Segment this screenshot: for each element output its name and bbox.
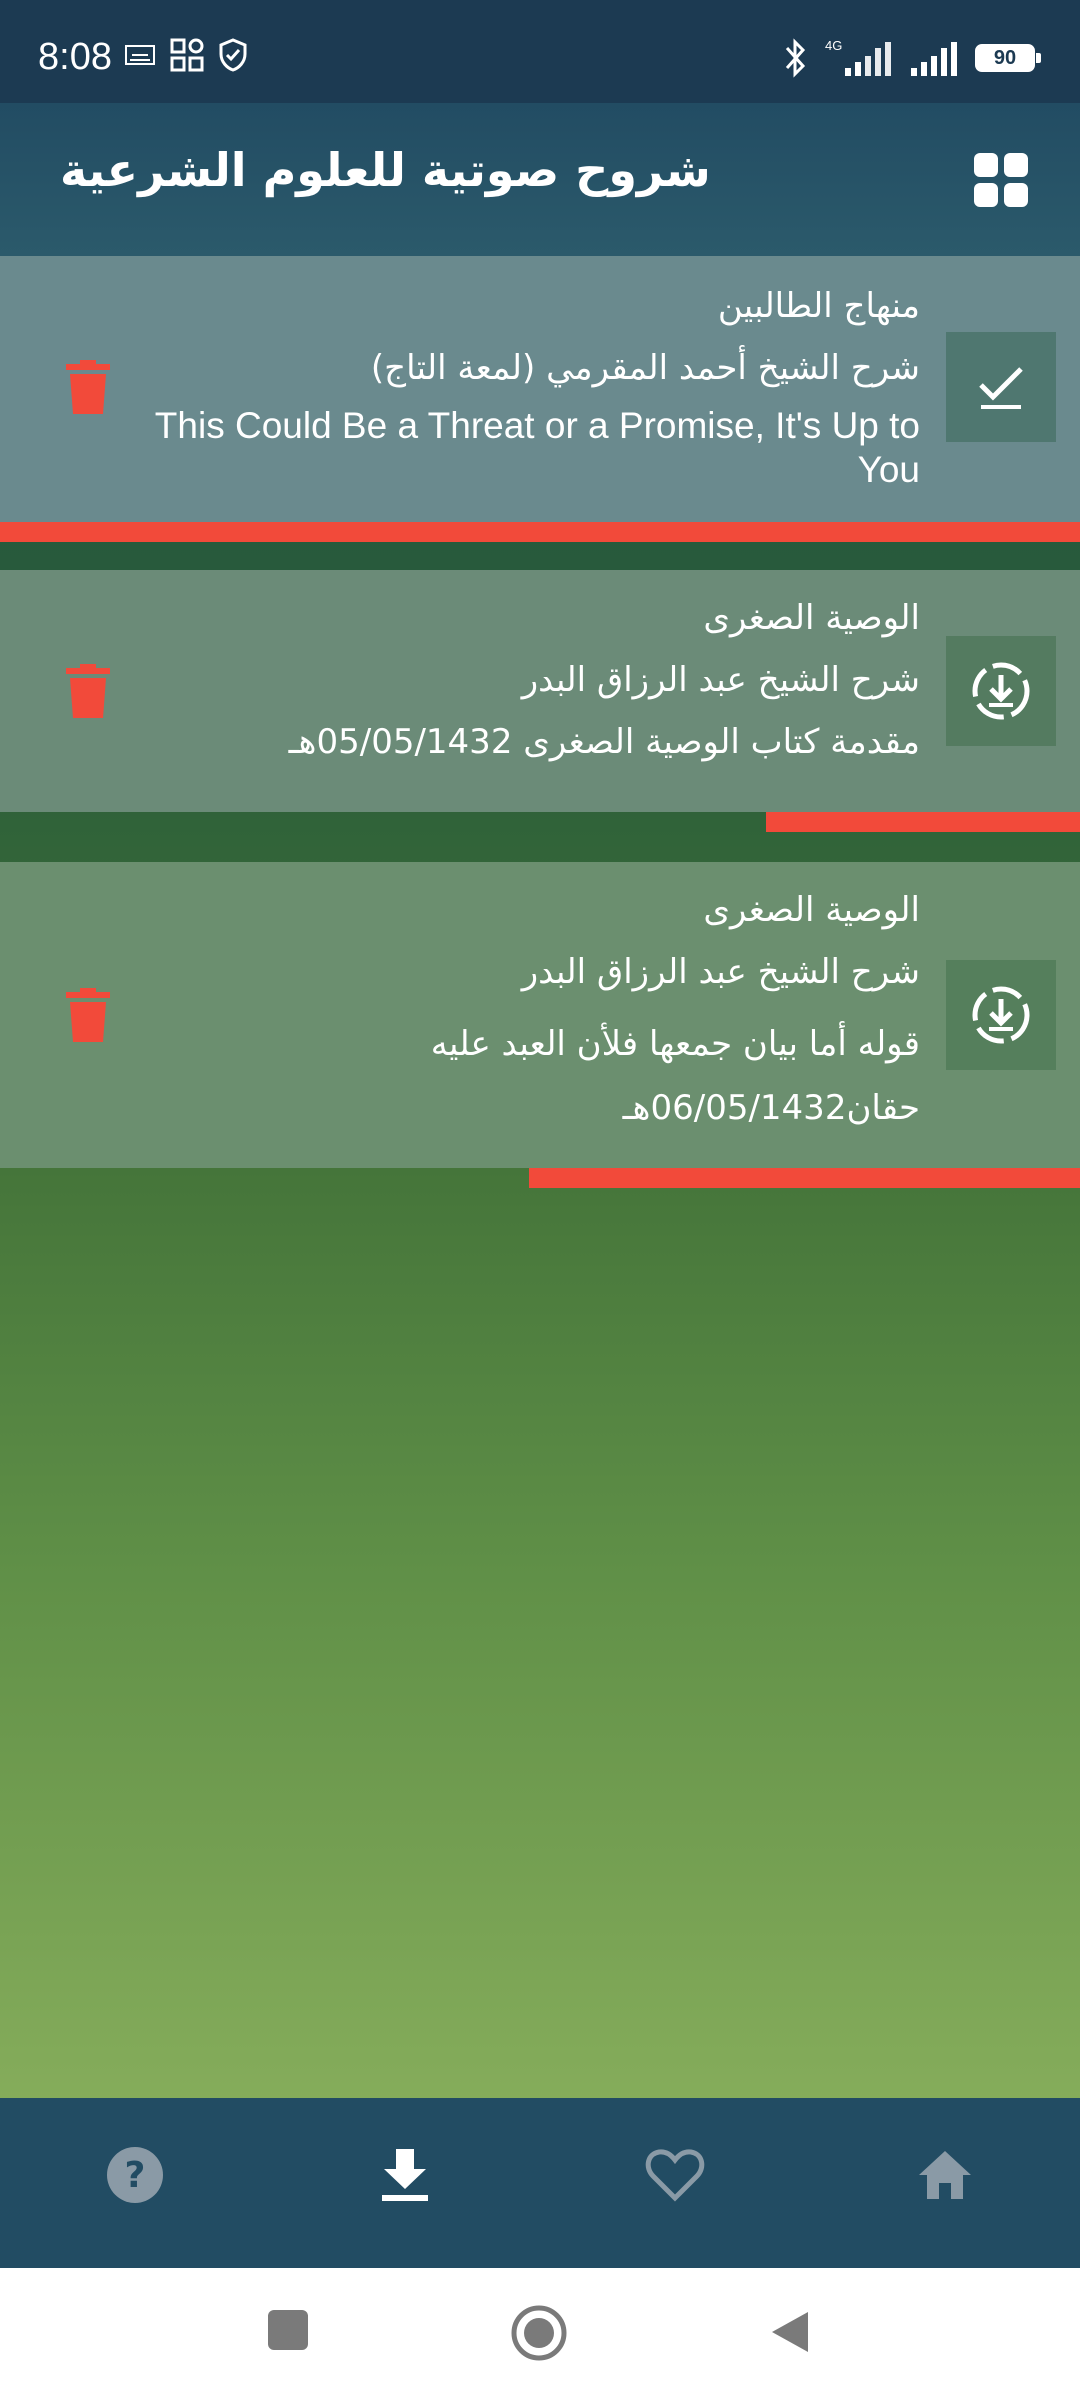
check-icon	[979, 367, 1023, 409]
nav-help[interactable]: ?	[100, 2140, 170, 2210]
signal-4g-icon: 4G	[825, 38, 891, 76]
item-book: الوصية الصغرى	[703, 598, 920, 638]
item-text: الوصية الصغرى شرح الشيخ عبد الرزاق البدر…	[120, 888, 920, 1140]
trash-icon[interactable]	[66, 988, 110, 1042]
list-item[interactable]: الوصية الصغرى شرح الشيخ عبد الرزاق البدر…	[0, 862, 1080, 1190]
widgets-icon	[170, 38, 204, 72]
home-icon	[919, 2151, 971, 2199]
signal-icon	[911, 42, 957, 76]
trash-icon[interactable]	[66, 360, 110, 414]
item-sharh: شرح الشيخ عبد الرزاق البدر	[521, 952, 920, 992]
network-label: 4G	[825, 38, 842, 53]
status-bar: 8:08 4G 90	[0, 0, 1080, 103]
nav-favorites[interactable]	[640, 2140, 710, 2210]
help-circle-icon: ?	[107, 2147, 163, 2203]
app-notification-icon	[125, 45, 155, 65]
download-button[interactable]	[946, 636, 1056, 746]
item-lesson: مقدمة كتاب الوصية الصغرى 05/05/1432هـ	[288, 722, 920, 762]
shield-icon	[219, 38, 247, 72]
nav-home[interactable]	[910, 2140, 980, 2210]
downloaded-button[interactable]	[946, 332, 1056, 442]
trash-icon[interactable]	[66, 664, 110, 718]
svg-text:?: ?	[125, 2155, 146, 2196]
item-sharh: شرح الشيخ أحمد المقرمي (لمعة التاج)	[370, 348, 920, 388]
download-progress-bar	[0, 522, 1080, 542]
heart-icon	[645, 2149, 705, 2202]
item-lesson: This Could Be a Threat or a Promise, It'…	[154, 405, 920, 490]
download-button[interactable]	[946, 960, 1056, 1070]
status-right-icons: 4G 90	[783, 38, 1041, 78]
recents-button[interactable]	[266, 2308, 310, 2352]
nav-downloads[interactable]	[370, 2140, 440, 2210]
item-sharh: شرح الشيخ عبد الرزاق البدر	[521, 660, 920, 700]
download-icon	[382, 2149, 428, 2201]
app-bar: شروح صوتية للعلوم الشرعية	[0, 103, 1080, 256]
item-text: منهاج الطالبين شرح الشيخ أحمد المقرمي (ل…	[120, 284, 920, 492]
status-left-icons	[124, 38, 248, 72]
status-time: 8:08	[38, 36, 112, 78]
item-text: الوصية الصغرى شرح الشيخ عبد الرزاق البدر…	[120, 596, 920, 764]
list-item[interactable]: الوصية الصغرى شرح الشيخ عبد الرزاق البدر…	[0, 570, 1080, 834]
download-circle-icon	[972, 662, 1030, 720]
item-book: الوصية الصغرى	[703, 890, 920, 930]
download-circle-icon	[972, 986, 1030, 1044]
bluetooth-icon	[785, 38, 806, 78]
download-progress-bar	[529, 1168, 1080, 1188]
system-navigation-bar	[0, 2268, 1080, 2400]
bottom-navigation: ?	[0, 2098, 1080, 2268]
home-button[interactable]	[510, 2304, 568, 2362]
download-progress-bar	[766, 812, 1080, 832]
back-button[interactable]	[768, 2308, 812, 2356]
item-lesson: قوله أما بيان جمعها فلأن العبد عليه حقان…	[430, 1024, 920, 1128]
battery-indicator: 90	[975, 44, 1041, 72]
app-title: شروح صوتية للعلوم الشرعية	[60, 143, 711, 197]
list-item[interactable]: منهاج الطالبين شرح الشيخ أحمد المقرمي (ل…	[0, 256, 1080, 542]
grid-icon[interactable]	[974, 153, 1028, 207]
item-book: منهاج الطالبين	[717, 286, 920, 326]
